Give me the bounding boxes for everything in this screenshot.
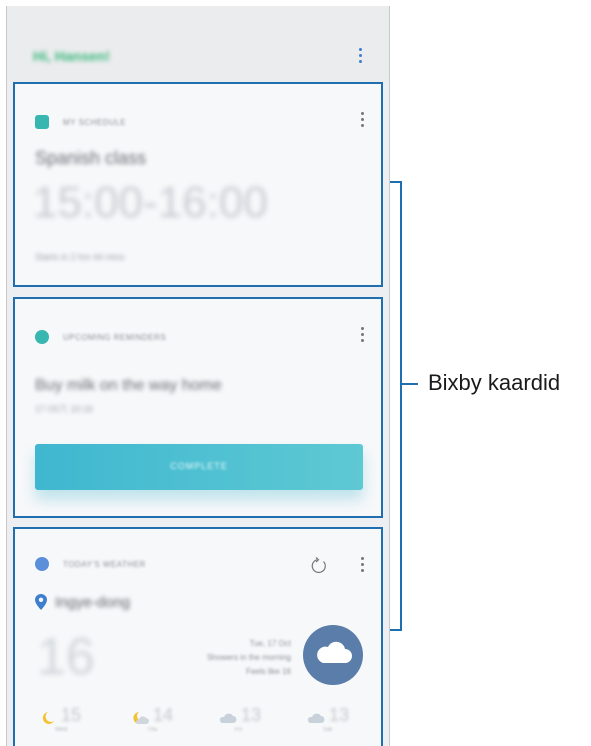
forecast-day: Sat xyxy=(323,727,333,733)
weather-more-options-icon[interactable] xyxy=(361,557,365,575)
moon-cloud-icon xyxy=(133,712,149,724)
forecast-day: Thu xyxy=(147,727,158,733)
schedule-more-options-icon[interactable] xyxy=(361,112,365,130)
forecast-item: 13 Sat xyxy=(303,705,363,735)
refresh-icon[interactable] xyxy=(309,556,329,576)
cloud-icon xyxy=(307,713,325,723)
location-name: Ingye-dong xyxy=(55,594,131,611)
forecast-item: 13 Fri xyxy=(215,705,275,735)
moon-icon xyxy=(42,712,54,724)
header-more-options-icon[interactable] xyxy=(359,48,363,66)
reminder-bell-icon xyxy=(35,330,49,344)
event-time: 15:00-16:00 xyxy=(33,178,268,227)
schedule-card-label: MY SCHEDULE xyxy=(63,118,127,127)
phone-screen: Hi, Hansen! MY SCHEDULE Spanish class 15… xyxy=(6,6,390,746)
forecast-item: 14 Thu xyxy=(127,705,187,735)
callout-leader-line xyxy=(402,383,418,385)
reminder-card-label: UPCOMING REMINDERS xyxy=(63,333,167,342)
forecast-day: Fri xyxy=(235,727,242,733)
forecast-temp: 15 xyxy=(61,705,82,725)
weather-feels-like: Feels like 16 xyxy=(246,667,291,676)
current-temperature: 16 xyxy=(37,628,95,686)
location-pin-icon xyxy=(35,594,47,610)
callout-label: Bixby kaardid xyxy=(428,370,561,395)
schedule-card[interactable]: MY SCHEDULE Spanish class 15:00-16:00 St… xyxy=(13,82,383,287)
forecast-day: Wed xyxy=(55,727,68,733)
hourly-forecast: 15 Wed 14 Thu 13 Fri 13 Sat xyxy=(35,705,365,735)
weather-condition-badge xyxy=(303,625,363,685)
weather-icon xyxy=(35,557,49,571)
forecast-item: 15 Wed xyxy=(35,705,95,735)
complete-button-label: COMPLETE xyxy=(170,461,228,471)
complete-button[interactable]: COMPLETE xyxy=(35,444,363,490)
reminder-date: 17 OCT, 10:16 xyxy=(35,404,94,414)
reminder-more-options-icon[interactable] xyxy=(361,327,365,345)
weather-card[interactable]: TODAY'S WEATHER Ingye-dong 16 Tue, 17 Oc… xyxy=(13,527,383,746)
reminder-title: Buy milk on the way home xyxy=(35,377,222,394)
cloud-icon xyxy=(219,713,237,723)
event-title: Spanish class xyxy=(35,148,147,168)
forecast-temp: 13 xyxy=(241,705,262,725)
forecast-temp: 14 xyxy=(153,705,174,725)
schedule-icon xyxy=(35,115,49,129)
reminder-card[interactable]: UPCOMING REMINDERS Buy milk on the way h… xyxy=(13,297,383,518)
greeting-text: Hi, Hansen! xyxy=(33,48,111,64)
weather-card-label: TODAY'S WEATHER xyxy=(63,560,146,569)
weather-condition: Showers in the morning xyxy=(206,653,291,662)
bixby-header: Hi, Hansen! xyxy=(7,6,389,82)
forecast-temp: 13 xyxy=(329,705,350,725)
callout-bracket xyxy=(390,181,402,631)
event-countdown: Starts in 2 hrs 44 mins xyxy=(35,252,125,262)
weather-date: Tue, 17 Oct xyxy=(249,639,292,648)
weather-description: Tue, 17 Oct Showers in the morning Feels… xyxy=(163,637,291,679)
cloud-icon xyxy=(317,641,352,663)
